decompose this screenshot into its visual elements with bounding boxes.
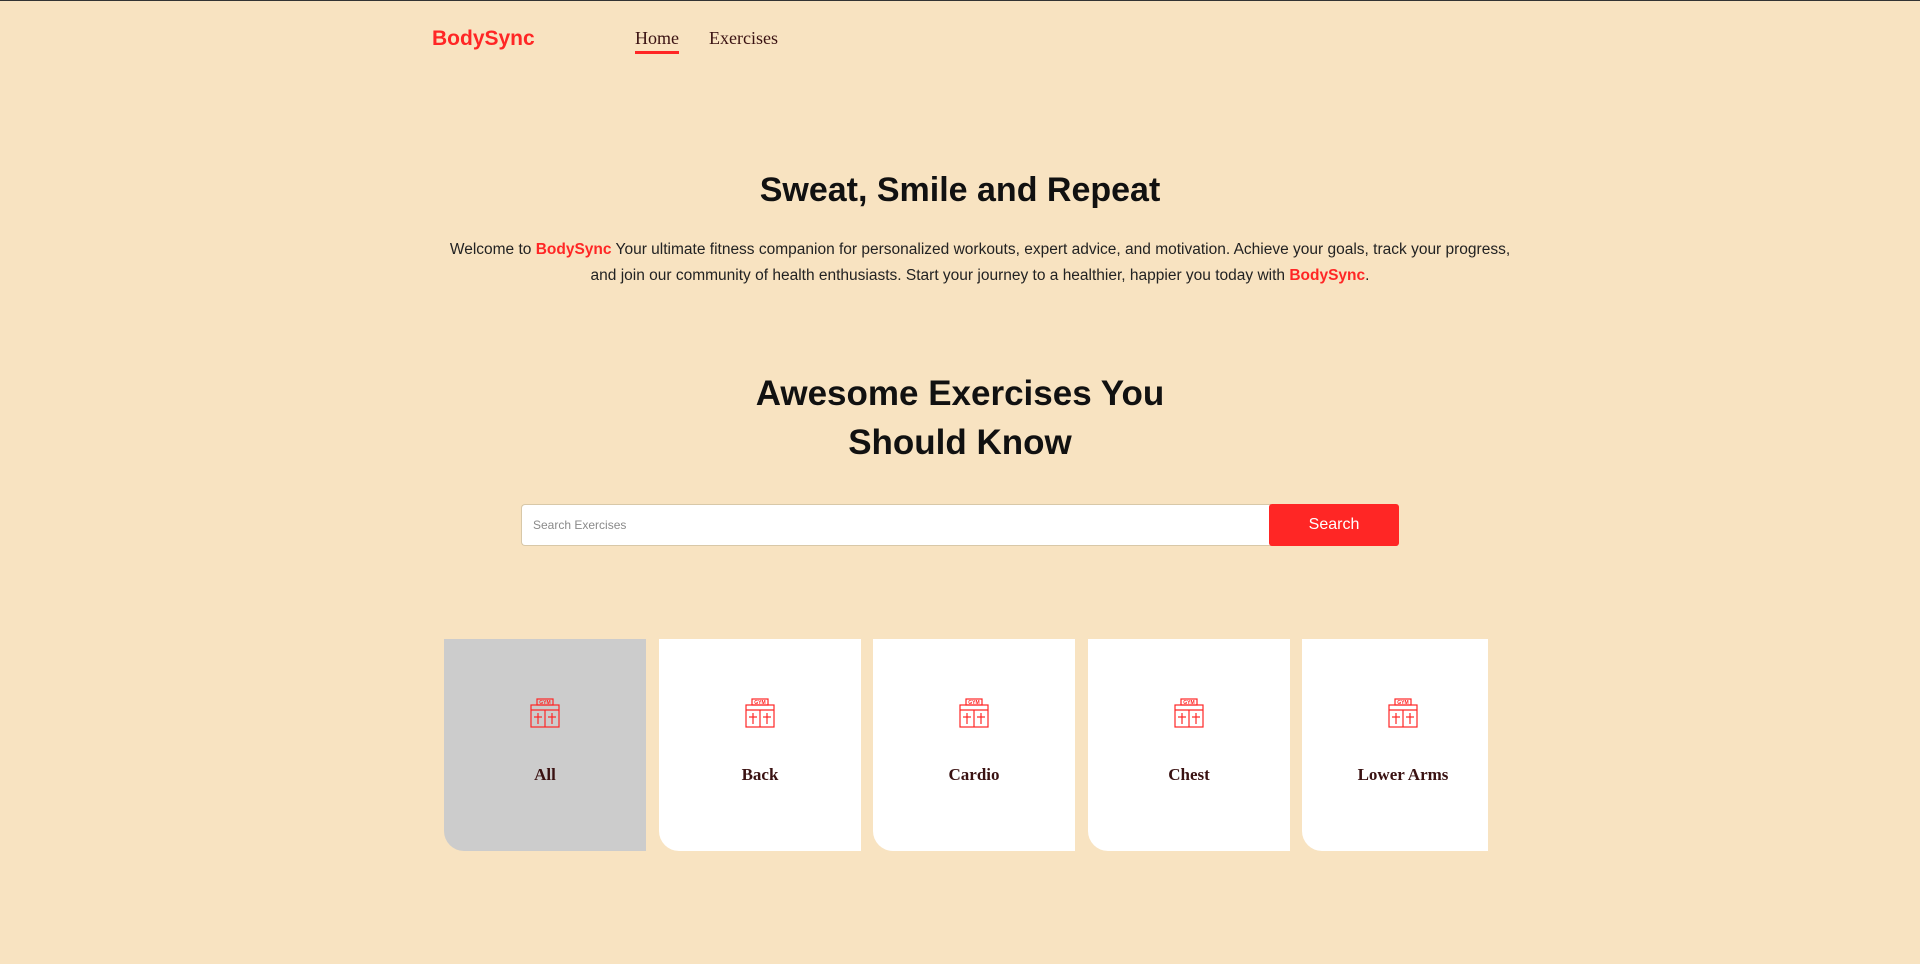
search-input[interactable] [521, 504, 1271, 546]
category-label: Chest [1168, 765, 1210, 784]
section-title-line1: Awesome Exercises You [755, 374, 1165, 413]
top-navbar: BodySync Home Exercises [0, 1, 1920, 77]
hero-text-end: . [1365, 267, 1370, 284]
hero-text-intro: Welcome to [449, 241, 536, 258]
category-card-lower-arms[interactable]: GYM Lower Arms [1302, 639, 1488, 851]
category-card-back[interactable]: GYM Back [659, 639, 861, 851]
gym-icon: GYM [530, 698, 560, 728]
gym-icon: GYM [959, 698, 989, 728]
section-title-line2: Should Know [848, 423, 1072, 462]
hero-brand-name-2: BodySync [1289, 267, 1366, 284]
gym-icon: GYM [1174, 698, 1204, 728]
category-label: Back [741, 765, 779, 784]
hero-brand-name: BodySync [535, 241, 612, 258]
category-card-chest[interactable]: GYM Chest [1088, 639, 1290, 851]
search-button[interactable]: Search [1269, 504, 1399, 546]
category-label: All [534, 765, 556, 784]
hero-text-body: Your ultimate fitness companion for pers… [590, 241, 1511, 284]
exercises-section-title: Awesome Exercises You Should Know [0, 369, 1920, 467]
nav-link-exercises[interactable]: Exercises [709, 28, 778, 51]
gym-icon: GYM [1388, 698, 1418, 728]
category-card-cardio[interactable]: GYM Cardio [873, 639, 1075, 851]
search-bar: Search [521, 504, 1399, 546]
hero-description: Welcome to BodySync Your ultimate fitnes… [445, 237, 1515, 289]
logo[interactable]: BodySync [432, 27, 535, 51]
category-card-all[interactable]: GYM All [444, 639, 646, 851]
hero-title: Sweat, Smile and Repeat [759, 171, 1161, 209]
gym-icon: GYM [745, 698, 775, 728]
category-label: Lower Arms [1357, 765, 1449, 784]
nav-link-home[interactable]: Home [635, 28, 679, 54]
category-label: Cardio [948, 765, 1000, 784]
